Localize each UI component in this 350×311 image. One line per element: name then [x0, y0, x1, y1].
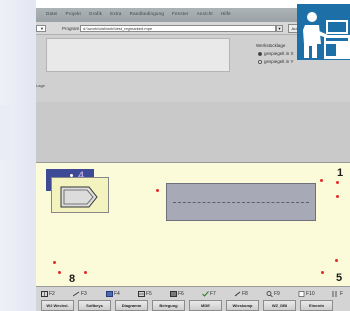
side-label: Lage	[36, 83, 45, 88]
function-key-f3[interactable]: F3	[72, 289, 87, 299]
left-combo[interactable]: ▼	[36, 25, 46, 32]
reference-dot	[336, 195, 339, 198]
function-key-f5[interactable]: F5	[138, 289, 152, 299]
page-icon	[298, 290, 305, 297]
reference-dot	[58, 271, 61, 274]
menu-item[interactable]: Datei	[46, 11, 58, 16]
menu-items: Datei Projekt Grafik Extra Randbedingung Fens…	[46, 11, 239, 16]
radio-icon	[258, 59, 262, 64]
function-key-f6[interactable]: F6	[170, 289, 184, 299]
workpiece-centerline	[173, 202, 309, 203]
softkey-bar: F2 F3 F4 F5 F6 F7 F8 F9 F10 F W2 Wechsl.…	[36, 286, 350, 311]
chevron-down-icon: ▼	[40, 26, 44, 31]
background-left-strip	[0, 0, 36, 311]
function-key-label: F10	[306, 291, 315, 297]
radio-label: gespiegelt in X	[264, 51, 294, 56]
workpiece-canvas[interactable]: 4 1 8 5	[36, 162, 350, 287]
menu-item[interactable]: Fenster	[172, 11, 189, 16]
menu-item[interactable]: Extra	[110, 11, 122, 16]
layers-icon	[138, 290, 145, 297]
function-key-label: F	[340, 291, 344, 297]
edit-icon	[234, 291, 241, 297]
machine-operator-icon	[297, 4, 350, 60]
function-key-label: F8	[242, 291, 248, 297]
arrow-icon	[72, 291, 80, 297]
function-key-f8[interactable]: F8	[234, 289, 248, 299]
function-key-label: F5	[146, 291, 152, 297]
reference-dot	[335, 259, 338, 262]
check-icon	[202, 290, 209, 297]
radio-mirror-x[interactable]: gespiegelt in X	[258, 51, 294, 56]
box-icon	[170, 290, 177, 297]
function-key-label: F2	[49, 291, 55, 297]
reference-dot	[156, 189, 159, 192]
softkey-5[interactable]: MDE	[189, 300, 222, 311]
function-key-f2[interactable]: F2	[41, 289, 55, 299]
program-path-field[interactable]: d:\\work\\dat\\wrk\\test_regmarked.mpe	[80, 25, 276, 32]
radio-label: gespiegelt in Y	[264, 59, 294, 64]
table-icon	[106, 290, 113, 297]
program-label: Program	[62, 26, 80, 31]
function-key-label: F4	[114, 291, 120, 297]
reference-dot	[321, 271, 324, 274]
radio-selected-icon	[258, 51, 262, 56]
reference-dot	[320, 179, 323, 182]
function-key-label: F3	[81, 291, 87, 297]
left-accent	[0, 105, 10, 160]
function-key-f11[interactable]: F	[332, 289, 343, 299]
reference-dot	[84, 271, 87, 274]
function-key-f4[interactable]: F4	[106, 289, 120, 299]
function-key-f10[interactable]: F10	[298, 289, 315, 299]
program-info-field[interactable]	[46, 38, 230, 72]
menu-item[interactable]: Projekt	[66, 11, 81, 16]
reference-dot	[336, 181, 339, 184]
softkey-1[interactable]: W2 Wechsl.	[41, 300, 74, 311]
menu-item[interactable]: Randbedingung	[130, 11, 164, 16]
mirror-group-title: Werkstücklage	[256, 43, 286, 48]
function-key-label: F7	[210, 291, 216, 297]
separator-area	[36, 102, 350, 162]
workpiece-rectangle[interactable]	[166, 183, 316, 221]
grid-icon	[41, 290, 48, 297]
radio-mirror-y[interactable]: gespiegelt in Y	[258, 59, 293, 64]
function-key-f9[interactable]: F9	[266, 289, 280, 299]
tool-outline-icon	[60, 186, 98, 208]
corner-label-5: 5	[336, 272, 343, 284]
menu-item[interactable]: Hilfe	[221, 11, 231, 16]
magnifier-icon	[266, 290, 273, 297]
function-key-label: F6	[178, 291, 184, 297]
menu-item[interactable]: Ansicht	[197, 11, 213, 16]
function-key-label: F9	[274, 291, 280, 297]
chevron-down-icon[interactable]: ▼	[276, 25, 283, 32]
softkey-7[interactable]: WZ_DBI	[263, 300, 296, 311]
reference-dot	[53, 261, 56, 264]
softkey-6[interactable]: Wieskomp	[226, 300, 259, 311]
softkey-3[interactable]: Diagramm	[115, 300, 148, 311]
corner-label-1: 1	[337, 167, 344, 179]
menu-item[interactable]: Grafik	[89, 11, 102, 16]
softkey-8[interactable]: Einordn	[300, 300, 333, 311]
function-key-f7[interactable]: F7	[202, 289, 216, 299]
softkey-4[interactable]: Belegung	[152, 300, 185, 311]
bars-icon	[332, 290, 339, 297]
softkey-2[interactable]: Softkeys	[78, 300, 111, 311]
corner-label-8: 8	[69, 273, 76, 285]
